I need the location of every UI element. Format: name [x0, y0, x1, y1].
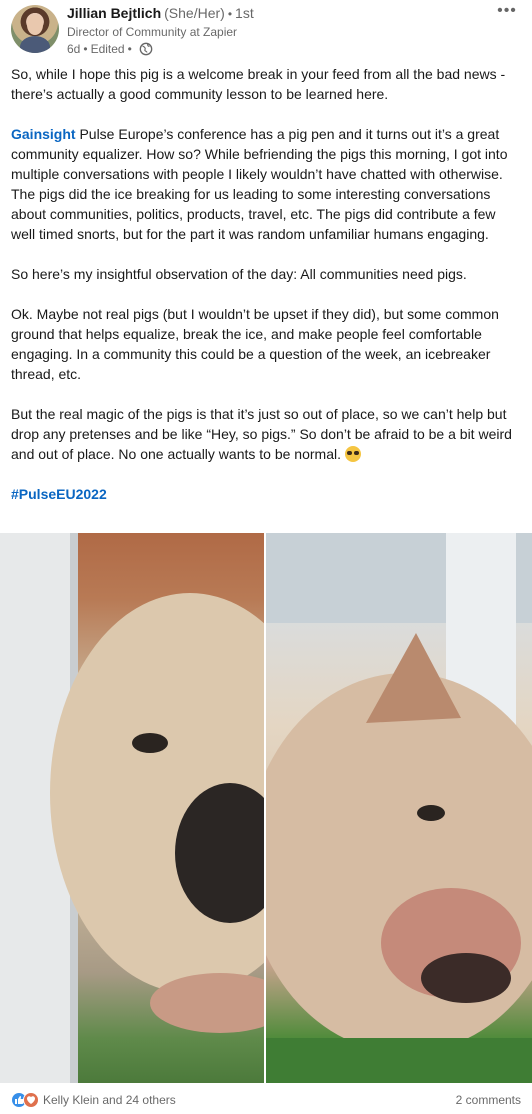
hashtag-link[interactable]: #PulseEU2022 [11, 486, 107, 502]
heart-icon [23, 1092, 39, 1108]
author-name[interactable]: Jillian Bejtlich [67, 5, 161, 21]
post-paragraph-4: Ok. Maybe not real pigs (but I wouldn’t … [11, 306, 499, 382]
avatar[interactable] [11, 5, 59, 53]
pig-photo-right[interactable] [266, 533, 532, 1083]
post-image[interactable] [0, 533, 532, 1083]
post-paragraph-5: But the real magic of the pigs is that i… [11, 404, 521, 464]
separator-dot: • [83, 42, 88, 56]
post-paragraph-1: So, while I hope this pig is a welcome b… [11, 66, 506, 102]
post-time: 6d [67, 42, 81, 56]
author-headline: Director of Community at Zapier [67, 25, 238, 39]
connection-degree: 1st [235, 5, 254, 21]
avatar-face [27, 15, 43, 35]
reaction-icons[interactable] [11, 1092, 41, 1108]
post-body: So, while I hope this pig is a welcome b… [11, 64, 521, 524]
author-meta: Jillian Bejtlich (She/Her) • 1st Director o… [67, 4, 487, 57]
post-paragraph-5-text: But the real magic of the pigs is that i… [11, 406, 512, 462]
post-time-row: 6d • Edited • [67, 41, 487, 57]
avatar-body [20, 36, 50, 53]
post-paragraph-3: So here’s my insightful observation of t… [11, 266, 467, 282]
more-options-icon[interactable]: ••• [495, 3, 519, 20]
edited-label: Edited [90, 42, 125, 56]
post-paragraph-2: Gainsight Pulse Europe’s conference has … [11, 124, 521, 244]
social-counts: Kelly Klein and 24 others 2 comments [11, 1090, 521, 1110]
author-pronouns: (She/Her) [164, 5, 225, 21]
gainsight-link[interactable]: Gainsight [11, 126, 76, 142]
pig-photo-left[interactable] [0, 533, 264, 1083]
separator-dot: • [127, 42, 132, 56]
name-row: Jillian Bejtlich (She/Her) • 1st [67, 4, 487, 23]
comments-count[interactable]: 2 comments [456, 1092, 521, 1108]
reactions-count[interactable]: Kelly Klein and 24 others [43, 1092, 176, 1108]
nerd-face-emoji-icon [344, 446, 361, 462]
post-header: Jillian Bejtlich (She/Her) • 1st Director o… [11, 3, 521, 60]
separator-dot: • [227, 7, 233, 21]
post-paragraph-2-text: Pulse Europe’s conference has a pig pen … [11, 126, 508, 242]
post-hashtags: #PulseEU2022 [11, 484, 521, 504]
globe-icon [139, 42, 153, 56]
